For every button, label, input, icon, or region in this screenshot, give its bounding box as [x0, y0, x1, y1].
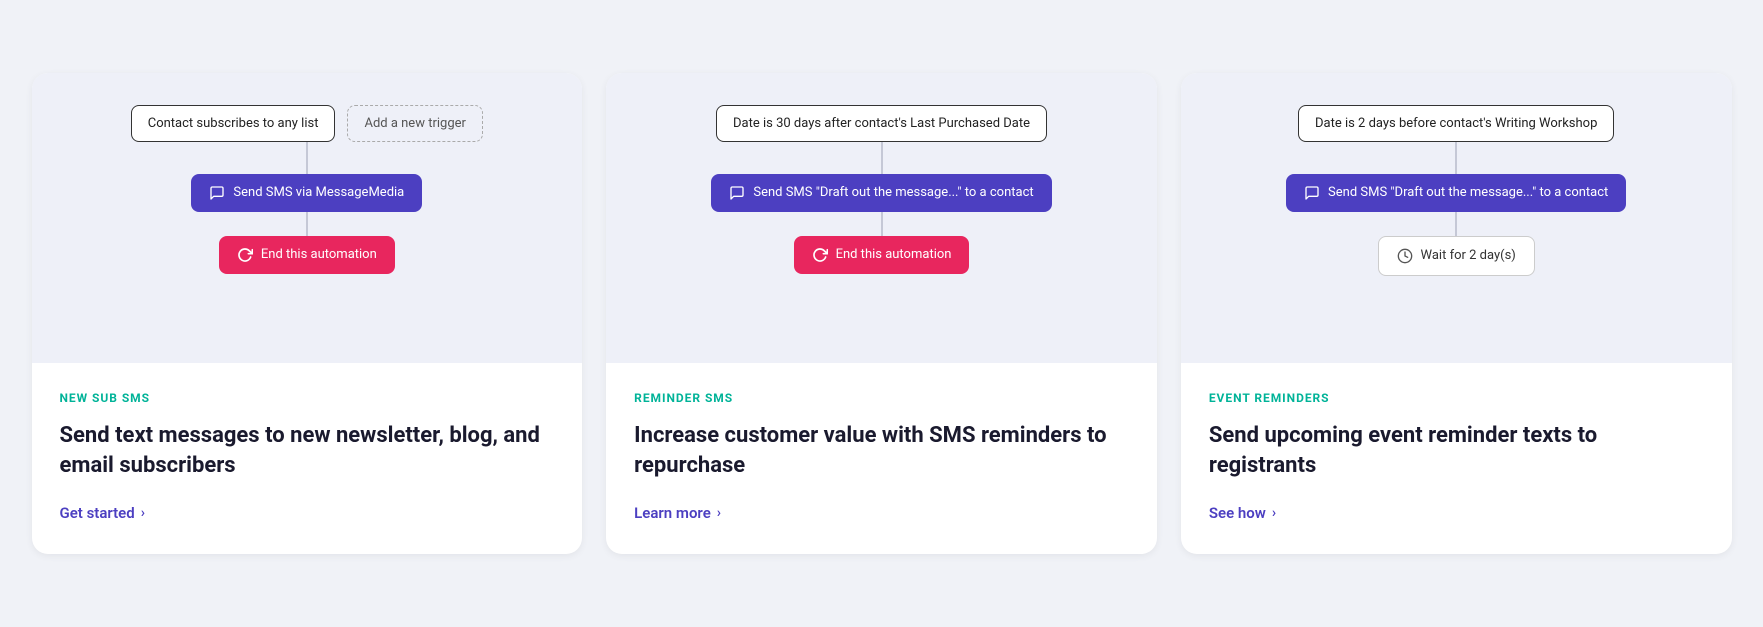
card-content-1: NEW SUB SMS Send text messages to new ne… — [32, 363, 583, 554]
card-title-2: Increase customer value with SMS reminde… — [634, 421, 1129, 480]
card-event-reminders: Date is 2 days before contact's Writing … — [1181, 73, 1732, 554]
card-diagram-2: Date is 30 days after contact's Last Pur… — [606, 73, 1157, 363]
trigger-box-2: Date is 30 days after contact's Last Pur… — [716, 105, 1047, 142]
action-purple-1: Send SMS via MessageMedia — [191, 174, 422, 212]
card-link-3[interactable]: See how › — [1209, 504, 1704, 522]
card-link-2[interactable]: Learn more › — [634, 504, 1129, 522]
action-red-1: End this automation — [219, 236, 395, 274]
action-red-2: End this automation — [794, 236, 970, 274]
action-label-3: Send SMS "Draft out the message..." to a… — [753, 185, 1033, 200]
card-content-3: EVENT REMINDERS Send upcoming event remi… — [1181, 363, 1732, 554]
action-purple-2: Send SMS "Draft out the message..." to a… — [711, 174, 1051, 212]
card-new-sub-sms: Contact subscribes to any list Add a new… — [32, 73, 583, 554]
trigger-box-3: Date is 2 days before contact's Writing … — [1298, 105, 1614, 142]
clock-icon — [1397, 248, 1413, 264]
category-label-2: REMINDER SMS — [634, 391, 1129, 405]
link-label-2: Learn more — [634, 504, 711, 522]
card-reminder-sms: Date is 30 days after contact's Last Pur… — [606, 73, 1157, 554]
action-label-4: End this automation — [836, 247, 952, 262]
refresh-icon-2 — [812, 247, 828, 263]
card-title-3: Send upcoming event reminder texts to re… — [1209, 421, 1704, 480]
category-label-3: EVENT REMINDERS — [1209, 391, 1704, 405]
chevron-icon-1: › — [141, 505, 145, 521]
card-title-1: Send text messages to new newsletter, bl… — [60, 421, 555, 480]
action-label-6: Wait for 2 day(s) — [1421, 248, 1516, 263]
action-label-2: End this automation — [261, 247, 377, 262]
action-label-5: Send SMS "Draft out the message..." to a… — [1328, 185, 1608, 200]
action-white-3: Wait for 2 day(s) — [1378, 236, 1535, 276]
card-link-1[interactable]: Get started › — [60, 504, 555, 522]
link-label-3: See how — [1209, 504, 1266, 522]
cards-container: Contact subscribes to any list Add a new… — [32, 73, 1732, 554]
trigger-box-1: Contact subscribes to any list — [131, 105, 336, 142]
action-purple-3: Send SMS "Draft out the message..." to a… — [1286, 174, 1626, 212]
sms-icon — [209, 185, 225, 201]
trigger-box-dashed-1: Add a new trigger — [347, 105, 482, 142]
card-diagram-1: Contact subscribes to any list Add a new… — [32, 73, 583, 363]
link-label-1: Get started — [60, 504, 135, 522]
chevron-icon-2: › — [717, 505, 721, 521]
card-diagram-3: Date is 2 days before contact's Writing … — [1181, 73, 1732, 363]
sms-icon-3 — [1304, 185, 1320, 201]
chevron-icon-3: › — [1272, 505, 1276, 521]
category-label-1: NEW SUB SMS — [60, 391, 555, 405]
card-content-2: REMINDER SMS Increase customer value wit… — [606, 363, 1157, 554]
action-label-1: Send SMS via MessageMedia — [233, 185, 404, 200]
refresh-icon — [237, 247, 253, 263]
sms-icon-2 — [729, 185, 745, 201]
